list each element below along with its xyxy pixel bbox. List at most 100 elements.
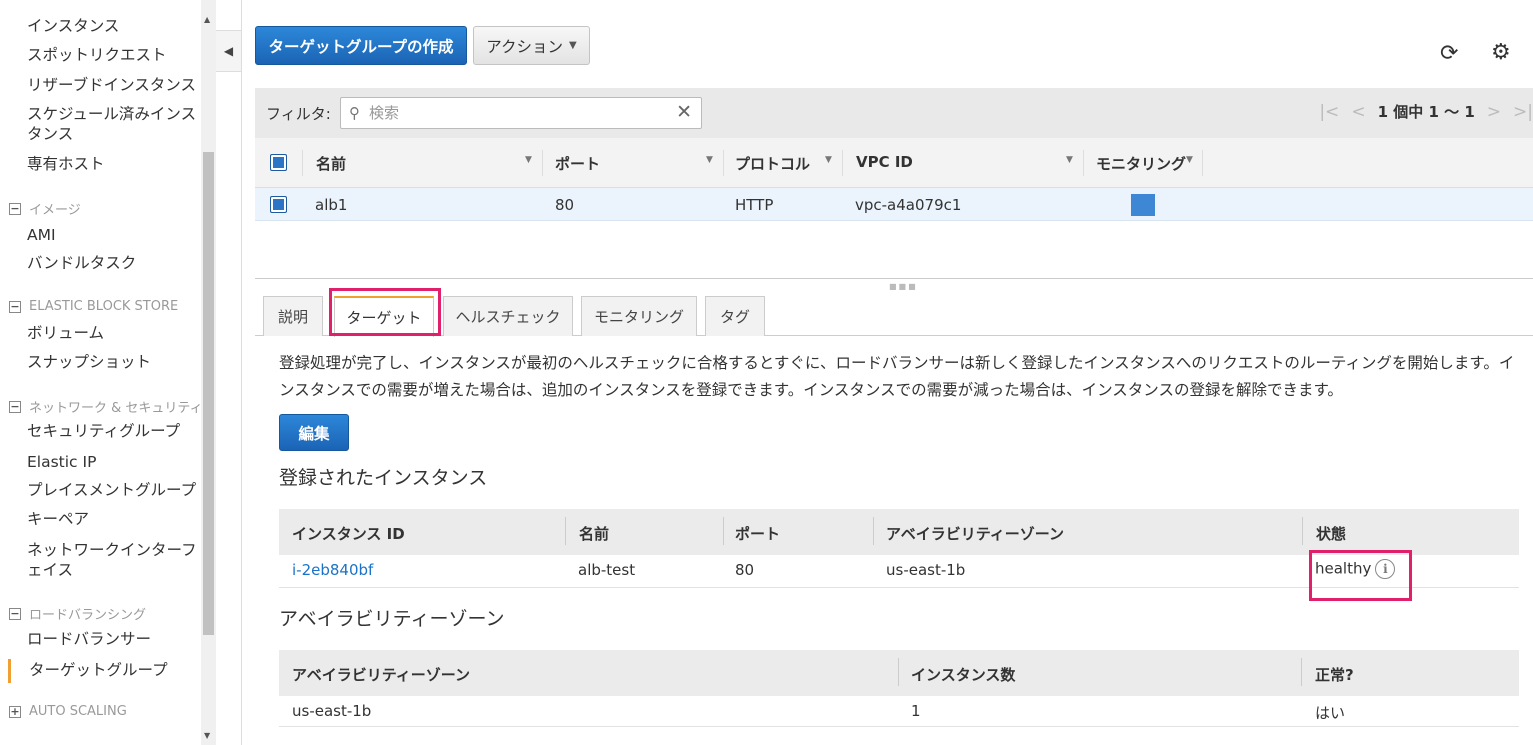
- scroll-down-icon[interactable]: ▼: [204, 731, 210, 740]
- cell-availability-zone: us-east-1b: [292, 702, 372, 720]
- cell-healthy: はい: [1315, 704, 1346, 722]
- availability-zones-title: アベイラビリティーゾーン: [279, 608, 505, 630]
- row-checkbox[interactable]: [270, 196, 287, 213]
- filter-bar: フィルタ: ⚲ ✕ |< < 1 個中 1 〜 1 > >|: [255, 88, 1533, 138]
- sidebar-item-placement-groups[interactable]: プレイスメントグループ: [27, 479, 196, 501]
- col-protocol[interactable]: プロトコル: [735, 153, 810, 174]
- first-page-icon[interactable]: |<: [1319, 102, 1339, 122]
- create-target-group-button[interactable]: ターゲットグループの作成: [255, 26, 467, 65]
- col-availability-zone: アベイラビリティーゾーン: [292, 666, 471, 684]
- sort-icon[interactable]: ▼: [1186, 155, 1193, 165]
- sidebar-item-security-groups[interactable]: セキュリティグループ: [27, 420, 180, 442]
- sidebar-item-target-groups[interactable]: ターゲットグループ: [29, 659, 168, 681]
- search-box[interactable]: ⚲ ✕: [340, 97, 702, 129]
- col-instance-count: インスタンス数: [911, 666, 1016, 684]
- col-port[interactable]: ポート: [555, 153, 600, 174]
- sidebar-scrollbar[interactable]: ▲ ▼: [201, 0, 216, 745]
- sidebar-section-load-balancing[interactable]: − ロードバランシング: [9, 604, 146, 623]
- prev-page-icon[interactable]: <: [1351, 102, 1365, 122]
- active-indicator: [8, 659, 11, 683]
- chevron-down-icon: ▼: [569, 40, 577, 51]
- actions-button[interactable]: アクション ▼: [473, 26, 590, 65]
- sidebar-section-images[interactable]: − イメージ: [9, 199, 81, 218]
- table-row: us-east-1b 1 はい: [279, 696, 1519, 727]
- sidebar-item-network-interfaces[interactable]: ネットワークインターフェイス: [27, 540, 199, 580]
- sidebar-item-bundle-tasks[interactable]: バンドルタスク: [27, 252, 136, 274]
- collapse-icon: −: [9, 606, 21, 620]
- targets-description: 登録処理が完了し、インスタンスが最初のヘルスチェックに合格するとすぐに、ロードバ…: [279, 354, 1515, 399]
- sidebar-item-scheduled-instances[interactable]: スケジュール済みインスタンス: [27, 104, 199, 144]
- col-name: 名前: [579, 525, 610, 543]
- search-icon: ⚲: [349, 104, 360, 122]
- sidebar-item-load-balancers[interactable]: ロードバランサー: [27, 628, 151, 650]
- collapse-icon: −: [9, 299, 21, 313]
- panel-splitter[interactable]: [255, 278, 1533, 279]
- sidebar-section-ebs[interactable]: − ELASTIC BLOCK STORE: [9, 299, 178, 314]
- highlight-box-tab: [329, 288, 441, 336]
- sidebar-item-spot-requests[interactable]: スポットリクエスト: [27, 44, 167, 66]
- sidebar-item-snapshots[interactable]: スナップショット: [27, 351, 151, 373]
- scrollbar-thumb[interactable]: [203, 152, 214, 635]
- sort-icon[interactable]: ▼: [525, 155, 532, 165]
- cell-name: alb1: [315, 196, 348, 214]
- table-row[interactable]: alb1 80 HTTP vpc-a4a079c1: [255, 188, 1533, 221]
- expand-icon: +: [9, 704, 21, 718]
- tab-monitoring[interactable]: モニタリング: [581, 296, 697, 336]
- detail-tabs: 説明 ターゲット ヘルスチェック モニタリング タグ: [255, 296, 1533, 337]
- sidebar-item-volumes[interactable]: ボリューム: [27, 322, 104, 344]
- col-availability-zone: アベイラビリティーゾーン: [886, 525, 1065, 543]
- cell-protocol: HTTP: [735, 196, 774, 214]
- sort-icon[interactable]: ▼: [706, 155, 713, 165]
- collapse-icon: −: [9, 399, 21, 413]
- col-port: ポート: [735, 525, 781, 543]
- select-all-checkbox[interactable]: [270, 154, 287, 171]
- pagination-text: 1 個中 1 〜 1: [1377, 103, 1475, 121]
- sidebar-section-auto-scaling[interactable]: + AUTO SCALING: [9, 704, 127, 719]
- collapse-sidebar-button[interactable]: ◀: [216, 30, 242, 72]
- cell-instance-count: 1: [911, 702, 921, 720]
- col-monitoring[interactable]: モニタリング: [1096, 153, 1186, 174]
- pagination: |< < 1 個中 1 〜 1 > >|: [1319, 101, 1533, 122]
- sort-icon[interactable]: ▼: [1066, 155, 1073, 165]
- sidebar-item-instances[interactable]: インスタンス: [27, 15, 119, 37]
- sidebar-item-reserved-instances[interactable]: リザーブドインスタンス: [27, 74, 196, 96]
- cell-name: alb-test: [578, 561, 636, 579]
- registered-instances-title: 登録されたインスタンス: [279, 467, 488, 489]
- caret-left-icon: ◀: [223, 44, 234, 58]
- sidebar-item-dedicated-hosts[interactable]: 専有ホスト: [27, 153, 105, 175]
- clear-icon[interactable]: ✕: [676, 101, 692, 123]
- monitoring-indicator: [1131, 194, 1155, 216]
- col-name[interactable]: 名前: [316, 153, 346, 174]
- tab-description[interactable]: 説明: [263, 296, 323, 336]
- next-page-icon[interactable]: >: [1487, 102, 1501, 122]
- last-page-icon[interactable]: >|: [1513, 102, 1533, 122]
- main-content: ターゲットグループの作成 アクション ▼ ⟳ ⚙ フィルタ: ⚲ ✕ |< < …: [243, 0, 1533, 745]
- tab-tags[interactable]: タグ: [705, 296, 765, 336]
- az-table-header: アベイラビリティーゾーン インスタンス数 正常?: [279, 650, 1519, 696]
- tab-health-check[interactable]: ヘルスチェック: [443, 296, 573, 336]
- sidebar-collapse-strip: ◀: [216, 0, 242, 745]
- scroll-up-icon[interactable]: ▲: [204, 15, 210, 24]
- col-vpc-id[interactable]: VPC ID: [856, 153, 913, 171]
- edit-button[interactable]: 編集: [279, 414, 349, 451]
- col-instance-id: インスタンス ID: [292, 525, 405, 543]
- sidebar-item-elastic-ip[interactable]: Elastic IP: [27, 451, 96, 473]
- instance-id-link[interactable]: i-2eb840bf: [292, 561, 373, 579]
- cell-port: 80: [555, 196, 575, 214]
- sort-icon[interactable]: ▼: [825, 155, 832, 165]
- refresh-icon[interactable]: ⟳: [1440, 41, 1458, 66]
- cell-availability-zone: us-east-1b: [886, 561, 966, 579]
- drag-handle-icon[interactable]: ■■■: [889, 282, 918, 291]
- cell-vpc-id: vpc-a4a079c1: [855, 196, 962, 214]
- collapse-icon: −: [9, 201, 21, 215]
- sidebar-item-key-pairs[interactable]: キーペア: [27, 508, 89, 530]
- sidebar-section-network[interactable]: − ネットワーク & セキュリティ: [9, 397, 201, 416]
- registered-table-header: インスタンス ID 名前 ポート アベイラビリティーゾーン 状態: [279, 509, 1519, 555]
- sidebar-item-ami[interactable]: AMI: [27, 224, 56, 246]
- col-healthy: 正常?: [1315, 666, 1354, 684]
- cell-port: 80: [735, 561, 755, 579]
- search-input[interactable]: [369, 103, 669, 123]
- gear-icon[interactable]: ⚙: [1491, 40, 1511, 65]
- highlight-box-status: [1309, 550, 1412, 601]
- sidebar: インスタンス スポットリクエスト リザーブドインスタンス スケジュール済みインス…: [0, 0, 201, 745]
